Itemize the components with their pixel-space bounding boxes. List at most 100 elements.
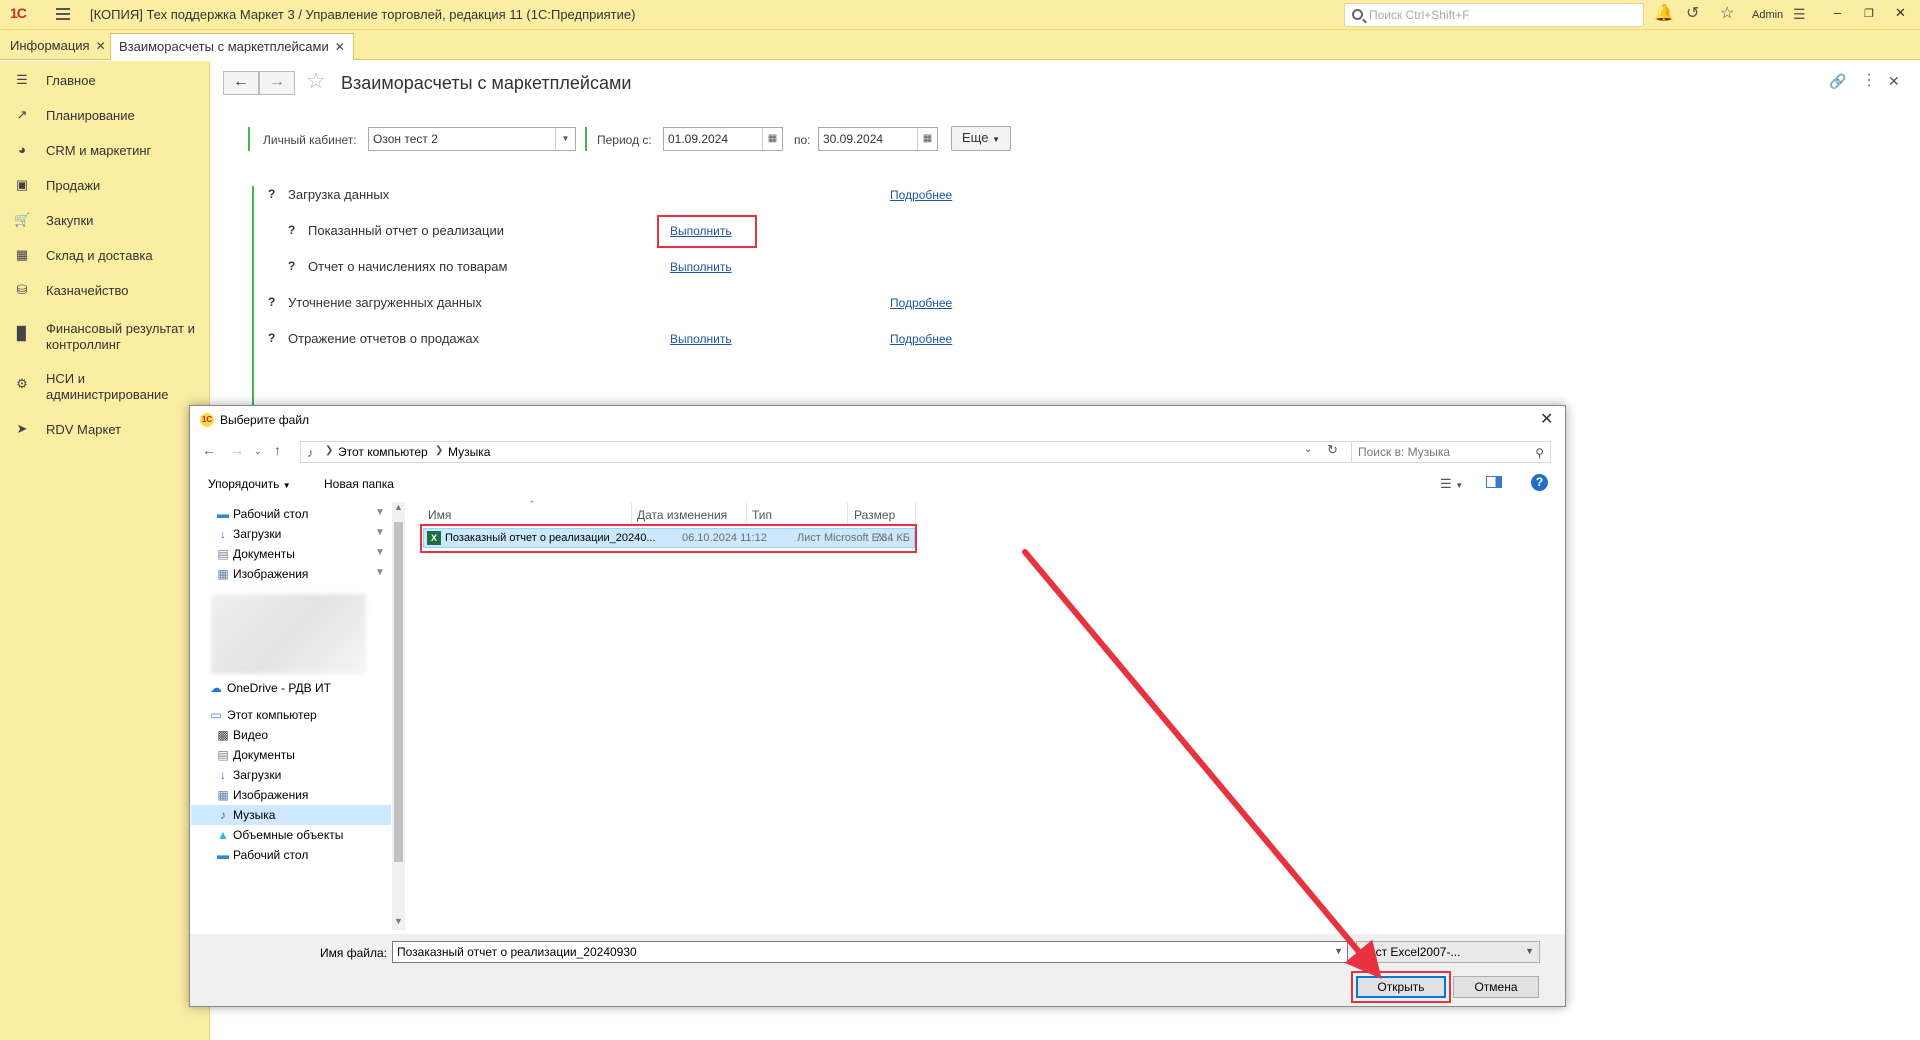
help-icon[interactable]: ? — [1531, 474, 1548, 491]
nav-item-music[interactable]: ♪ Музыка — [191, 805, 391, 825]
forward-arrow-icon[interactable]: → — [230, 442, 244, 458]
tab-info[interactable]: Информация ✕ — [2, 33, 114, 59]
close-form-icon[interactable]: ✕ — [1888, 73, 1900, 90]
period-to-field[interactable]: 30.09.2024 ▦ — [818, 127, 938, 151]
sidebar-item-crm[interactable]: ◕ CRM и маркетинг — [0, 141, 210, 161]
cancel-button[interactable]: Отмена — [1453, 976, 1539, 998]
tab-marketplace-settlements[interactable]: Взаиморасчеты с маркетплейсами ✕ — [110, 33, 354, 61]
forward-button[interactable]: → — [259, 71, 295, 95]
more-actions-icon[interactable]: ⋮ — [1861, 70, 1877, 90]
history-icon[interactable]: ↺ — [1686, 6, 1699, 22]
nav-item-downloads[interactable]: ↓ Загрузки ▼ — [191, 524, 391, 544]
minimize-icon[interactable]: – — [1834, 5, 1841, 20]
3d-objects-icon: ▲ — [217, 828, 229, 842]
status-mark: ? — [288, 223, 296, 237]
close-tab-icon[interactable]: ✕ — [335, 40, 345, 54]
breadcrumb-item[interactable]: Этот компьютер — [338, 445, 428, 459]
nav-scrollbar[interactable]: ▲ ▼ — [392, 502, 405, 930]
sidebar-item-main[interactable]: ☰ Главное — [0, 71, 210, 91]
star-icon[interactable]: ☆ — [1720, 6, 1734, 22]
status-mark: ? — [268, 187, 276, 201]
column-divider[interactable] — [746, 502, 747, 526]
nav-item-downloads-pc[interactable]: ↓ Загрузки — [191, 765, 391, 785]
favorite-star-icon[interactable]: ☆ — [306, 70, 326, 92]
up-arrow-icon[interactable]: ↑ — [274, 442, 281, 458]
filename-input[interactable]: Позаказный отчет о реализации_20240930 ▼ — [392, 941, 1348, 963]
sidebar-item-admin[interactable]: ⚙ НСИ и администрирование — [0, 369, 210, 403]
recent-chevron-icon[interactable]: ⌄ — [254, 446, 262, 457]
column-divider[interactable] — [847, 502, 848, 526]
bell-icon[interactable]: 🔔 — [1654, 6, 1674, 22]
column-header-modified[interactable]: Дата изменения — [637, 508, 727, 522]
calendar-icon[interactable]: ▦ — [917, 128, 937, 150]
breadcrumb-item[interactable]: Музыка — [448, 445, 490, 459]
close-icon[interactable]: ✕ — [1895, 5, 1906, 21]
column-header-name[interactable]: Имя — [428, 508, 451, 522]
sidebar-item-rdv-market[interactable]: ➤ RDV Маркет — [0, 420, 210, 440]
chevron-down-icon[interactable]: ▼ — [555, 128, 575, 150]
calendar-icon[interactable]: ▦ — [762, 128, 782, 150]
scrollbar-thumb[interactable] — [394, 522, 403, 862]
global-search-input[interactable]: Поиск Ctrl+Shift+F — [1344, 3, 1644, 27]
nav-item-desktop[interactable]: ▬ Рабочий стол ▼ — [191, 504, 391, 524]
nav-item-onedrive[interactable]: ☁ OneDrive - РДВ ИТ — [191, 678, 391, 698]
nav-item-documents-pc[interactable]: ▤ Документы — [191, 745, 391, 765]
nav-item-desktop-pc[interactable]: ▬ Рабочий стол — [191, 845, 391, 865]
link-icon[interactable]: 🔗 — [1829, 73, 1846, 90]
sidebar-item-purchases[interactable]: 🛒 Закупки — [0, 211, 210, 231]
folder-search-input[interactable]: Поиск в: Музыка ⚲ — [1351, 441, 1551, 463]
step-label: Показанный отчет о реализации — [308, 223, 504, 238]
sidebar-item-label: Финансовый результат и контроллинг — [46, 321, 195, 352]
details-link[interactable]: Подробнее — [890, 296, 952, 310]
period-from-field[interactable]: 01.09.2024 ▦ — [663, 127, 783, 151]
status-mark: ? — [268, 331, 276, 345]
execute-link[interactable]: Выполнить — [670, 260, 732, 274]
hamburger-menu-icon[interactable] — [56, 8, 70, 20]
back-button[interactable]: ← — [223, 71, 259, 95]
scroll-down-icon[interactable]: ▼ — [394, 916, 403, 926]
scroll-up-icon[interactable]: ▲ — [394, 502, 403, 512]
nav-item-3d-objects[interactable]: ▲ Объемные объекты — [191, 825, 391, 845]
desktop-folder-icon: ▬ — [217, 848, 229, 862]
new-folder-button[interactable]: Новая папка — [324, 477, 394, 491]
execute-link[interactable]: Выполнить — [670, 332, 732, 346]
chevron-down-icon[interactable]: ▼ — [1334, 946, 1343, 956]
column-divider[interactable] — [631, 502, 632, 526]
sidebar-item-planning[interactable]: ↗ Планирование — [0, 106, 210, 126]
sidebar-item-sales[interactable]: ▣ Продажи — [0, 176, 210, 196]
filetype-select[interactable]: Лист Excel2007-... ▼ — [1356, 941, 1540, 963]
music-folder-icon: ♪ — [220, 808, 226, 822]
sidebar-item-finance[interactable]: ▉ Финансовый результат и контроллинг — [0, 319, 210, 353]
close-tab-icon[interactable]: ✕ — [96, 39, 106, 53]
restore-icon[interactable]: ❐ — [1864, 7, 1874, 20]
warehouse-icon: ▦ — [15, 247, 29, 262]
sidebar-item-label: RDV Маркет — [46, 422, 122, 437]
sidebar-item-label: НСИ и администрирование — [46, 371, 169, 402]
refresh-icon[interactable]: ↻ — [1327, 442, 1338, 458]
organize-button[interactable]: Упорядочить ▼ — [208, 477, 291, 491]
address-bar[interactable]: ♪ ❯ Этот компьютер ❯ Музыка — [300, 441, 1358, 463]
more-button[interactable]: Еще ▼ — [951, 126, 1011, 151]
column-header-type[interactable]: Тип — [752, 508, 772, 522]
preview-pane-icon[interactable] — [1486, 476, 1502, 488]
app-logo: 1С — [10, 5, 27, 21]
sidebar-item-label: Главное — [46, 73, 96, 88]
view-options-icon[interactable]: ☰ ▼ — [1440, 476, 1463, 492]
details-link[interactable]: Подробнее — [890, 188, 952, 202]
back-arrow-icon[interactable]: ← — [202, 442, 216, 458]
column-divider[interactable] — [915, 502, 916, 526]
address-dropdown-icon[interactable]: ⌄ — [1304, 444, 1312, 455]
nav-item-pictures-pc[interactable]: ▦ Изображения — [191, 785, 391, 805]
nav-item-video[interactable]: ▩ Видео — [191, 725, 391, 745]
sidebar-item-treasury[interactable]: ⛁ Казначейство — [0, 281, 210, 301]
nav-item-pictures[interactable]: ▦ Изображения ▼ — [191, 564, 391, 584]
nav-item-this-pc[interactable]: ▭ Этот компьютер — [191, 705, 391, 725]
user-name[interactable]: Admin — [1752, 9, 1783, 21]
cabinet-select[interactable]: Озон тест 2 ▼ — [368, 127, 576, 151]
settings-icon[interactable]: ☰ — [1793, 6, 1806, 22]
column-header-size[interactable]: Размер — [854, 508, 895, 522]
nav-item-documents[interactable]: ▤ Документы ▼ — [191, 544, 391, 564]
close-dialog-icon[interactable]: ✕ — [1540, 409, 1553, 429]
details-link[interactable]: Подробнее — [890, 332, 952, 346]
sidebar-item-warehouse[interactable]: ▦ Склад и доставка — [0, 246, 210, 266]
